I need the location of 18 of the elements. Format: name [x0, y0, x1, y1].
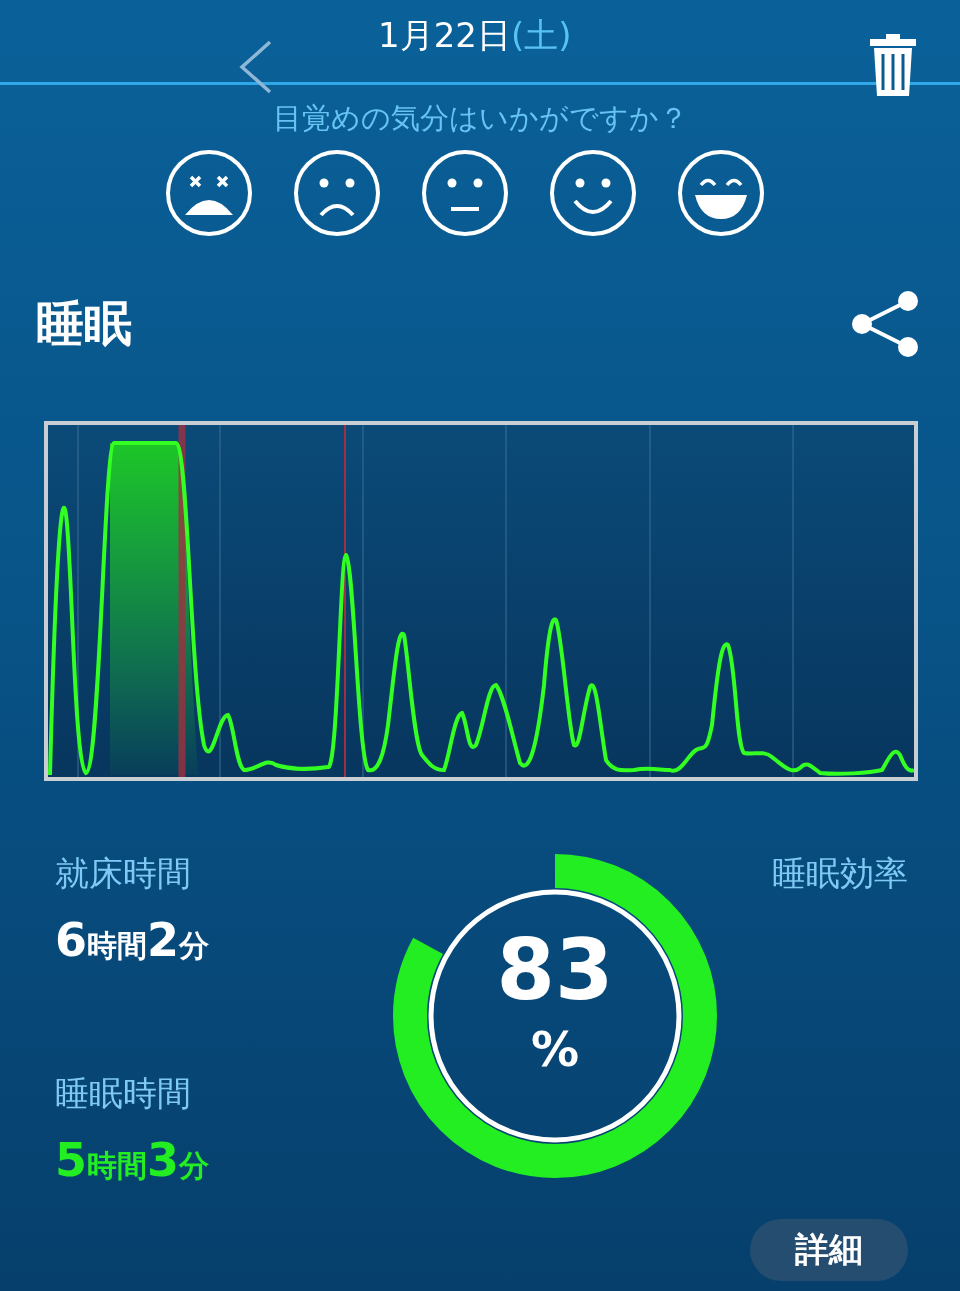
date-text: 1月22日: [378, 14, 511, 57]
stat-label: 就床時間: [55, 852, 192, 895]
stat-label: 睡眠時間: [55, 1072, 192, 1115]
weekday-text: (土): [510, 14, 572, 57]
details-button[interactable]: 詳細: [750, 1219, 908, 1281]
stat-value: 5時間3分: [55, 1133, 211, 1187]
share-icon[interactable]: [850, 289, 920, 359]
mood-question: 目覚めの気分はいかがですか？: [271, 100, 689, 137]
efficiency-value: 83: [495, 921, 615, 1019]
mood-face-icon[interactable]: [293, 149, 381, 237]
mood-face-icon[interactable]: [677, 149, 765, 237]
efficiency-label: 睡眠効率: [772, 852, 908, 895]
stat-value: 6時間2分: [55, 913, 211, 967]
efficiency-unit: %: [529, 1021, 581, 1077]
mood-face-icon[interactable]: [421, 149, 509, 237]
section-title: 睡眠: [36, 294, 132, 353]
mood-face-icon[interactable]: [549, 149, 637, 237]
mood-face-icon[interactable]: [165, 149, 253, 237]
